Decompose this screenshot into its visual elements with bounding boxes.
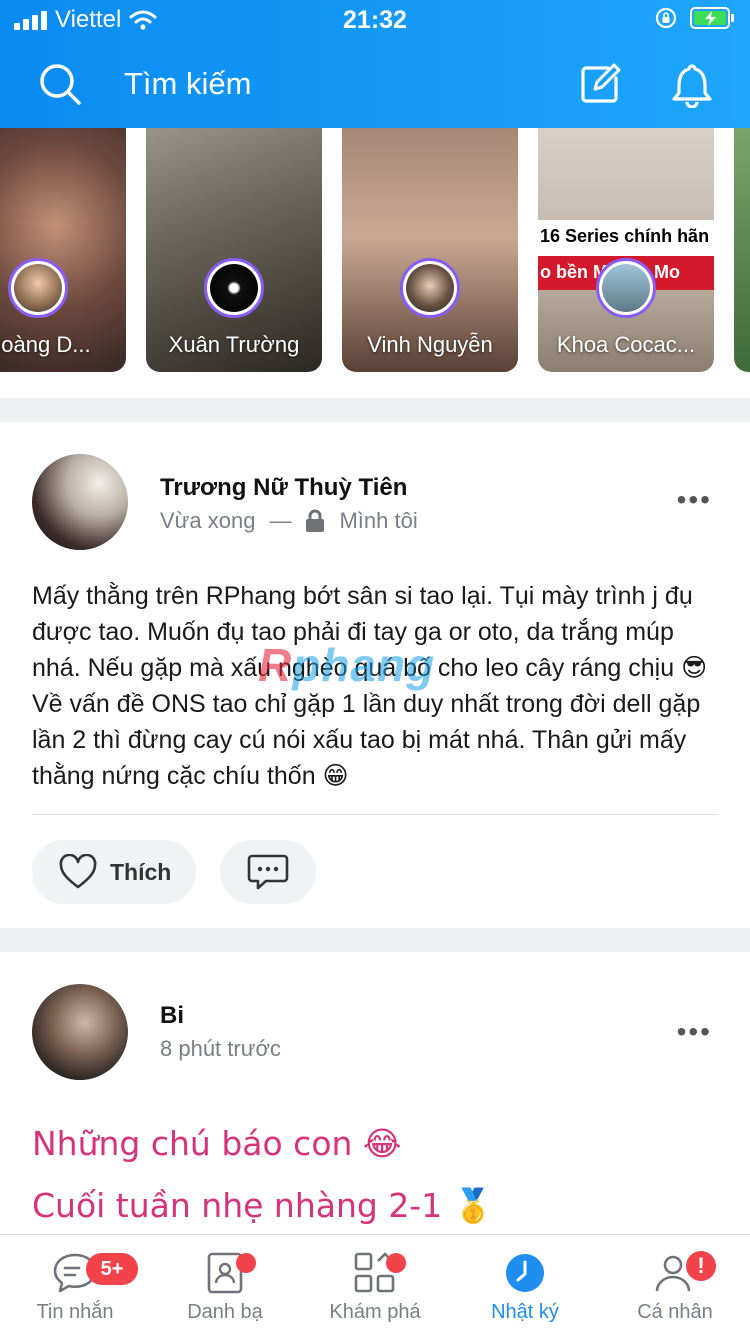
- notification-dot: [386, 1253, 406, 1273]
- bottom-tab-bar: 5+ Tin nhắn Danh bạ Khám phá Nhật ký ! C…: [0, 1234, 750, 1334]
- unread-badge: 5+: [86, 1253, 138, 1285]
- rotation-lock-icon: [655, 7, 677, 29]
- privacy-label: Mình tôi: [339, 508, 418, 533]
- tab-discover[interactable]: Khám phá: [300, 1235, 450, 1334]
- compose-icon[interactable]: [578, 62, 622, 106]
- post-text-line: Những chú báo con 😂: [32, 1124, 402, 1163]
- like-button[interactable]: Thích: [32, 840, 196, 904]
- tab-profile[interactable]: ! Cá nhân: [600, 1235, 750, 1334]
- notification-dot: [236, 1253, 256, 1273]
- clock-icon: [506, 1254, 544, 1292]
- status-bar: Viettel 21:32: [0, 0, 750, 42]
- comment-icon: [247, 854, 289, 890]
- story-avatar: [400, 258, 460, 318]
- post-meta: 8 phút trước: [160, 1036, 281, 1062]
- section-divider: [0, 398, 750, 422]
- bell-icon[interactable]: [670, 62, 714, 108]
- avatar[interactable]: [32, 454, 128, 550]
- comment-button[interactable]: [220, 840, 316, 904]
- story-name: Hoàng D...: [0, 332, 91, 357]
- post-time: 8 phút trước: [160, 1036, 281, 1061]
- feed-post: Bi 8 phút trước ••• Những chú báo con 😂 …: [0, 952, 750, 1234]
- story-avatar: [204, 258, 264, 318]
- tab-timeline[interactable]: Nhật ký: [450, 1235, 600, 1334]
- tab-label: Danh bạ: [187, 1301, 263, 1323]
- like-label: Thích: [110, 858, 172, 885]
- heart-icon: [59, 854, 97, 889]
- story-name: Xuân Trường: [168, 332, 300, 357]
- watermark: Rphang: [258, 639, 436, 691]
- tab-label: Khám phá: [329, 1301, 421, 1323]
- top-header: Viettel 21:32 Tìm kiếm: [0, 0, 750, 128]
- more-options-icon[interactable]: •••: [677, 484, 712, 516]
- search-bar[interactable]: Tìm kiếm: [0, 56, 750, 116]
- story-banner-text: 16 Series chính hãn: [538, 220, 714, 256]
- post-author[interactable]: Trương Nữ Thuỳ Tiên: [160, 474, 407, 502]
- story-card[interactable]: Xuân Trường: [146, 128, 322, 372]
- battery-charging-icon: [690, 7, 734, 29]
- alert-badge: !: [686, 1251, 716, 1281]
- search-icon[interactable]: [38, 62, 82, 106]
- avatar[interactable]: [32, 984, 128, 1080]
- post-meta: Vừa xong — Mình tôi: [160, 508, 418, 534]
- clock: 21:32: [343, 6, 407, 34]
- tab-contacts[interactable]: Danh bạ: [150, 1235, 300, 1334]
- lock-icon: [306, 509, 325, 532]
- tab-label: Tin nhắn: [36, 1301, 114, 1323]
- tab-label: Nhật ký: [491, 1301, 559, 1323]
- story-thumbnail: [734, 128, 750, 372]
- story-card[interactable]: Vinh Nguyễn: [342, 128, 518, 372]
- story-card[interactable]: 16 Series chính hãn o bền M... ẩn Mo Kho…: [538, 128, 714, 372]
- post-divider: [32, 814, 718, 815]
- story-name: Khoa Cocac...: [556, 332, 696, 357]
- stories-strip[interactable]: Hoàng D... Xuân Trường Vinh Nguyễn 16 Se…: [0, 128, 750, 388]
- tab-messages[interactable]: 5+ Tin nhắn: [0, 1235, 150, 1334]
- story-name: Vinh Nguyễn: [367, 332, 493, 357]
- meta-separator: —: [269, 508, 292, 533]
- post-time: Vừa xong: [160, 508, 256, 533]
- story-card[interactable]: Hoàng D...: [0, 128, 126, 372]
- post-author[interactable]: Bi: [160, 1002, 184, 1030]
- search-placeholder[interactable]: Tìm kiếm: [124, 66, 251, 102]
- post-text-line: Cuối tuần nhẹ nhàng 2-1 🥇: [32, 1186, 494, 1225]
- story-avatar: [8, 258, 68, 318]
- story-avatar: [596, 258, 656, 318]
- tab-label: Cá nhân: [637, 1301, 713, 1323]
- story-card[interactable]: [734, 128, 750, 372]
- section-divider: [0, 928, 750, 952]
- more-options-icon[interactable]: •••: [677, 1016, 712, 1048]
